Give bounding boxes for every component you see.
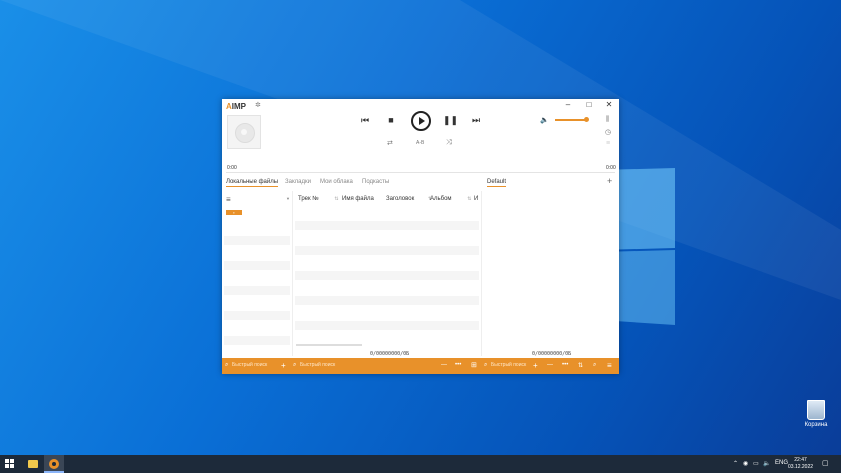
windows-start-icon[interactable] xyxy=(5,459,15,469)
playlist-sort-icon[interactable]: ⇅ xyxy=(578,362,583,369)
tab-my-clouds[interactable]: Мои облака xyxy=(320,179,353,185)
playlist-add-button[interactable]: + xyxy=(533,361,538,370)
network-icon[interactable]: ▭ xyxy=(753,460,759,467)
recycle-bin-label: Корзина xyxy=(804,422,828,428)
play-icon xyxy=(419,117,425,125)
language-indicator[interactable]: ENG xyxy=(775,460,788,466)
column-artist[interactable]: И xyxy=(474,196,478,202)
system-clock[interactable]: 22:47 03.12.2022 xyxy=(788,457,813,471)
chrome-tray-icon[interactable]: ◉ xyxy=(743,460,748,467)
bottom-toolbar: ⌕ Быстрый поиск + ⌕ Быстрый поиск — ••• … xyxy=(222,358,619,374)
scheduler-clock-icon[interactable]: ◷ xyxy=(605,128,611,136)
add-playlist-button[interactable]: + xyxy=(607,176,612,186)
column-file-name[interactable]: Имя файла xyxy=(342,196,374,202)
playlist-remove-button[interactable]: — xyxy=(547,362,553,368)
recycle-bin-icon[interactable]: Корзина xyxy=(800,400,832,428)
clock-date: 03.12.2022 xyxy=(788,464,814,470)
seek-bar[interactable] xyxy=(226,172,615,173)
playlist-search-icon[interactable]: ⌕ xyxy=(593,362,596,369)
aimp-window: AIMP ✲ – □ ✕ ⏮ ■ ❚❚ ⏭ ⇄ A-B ⤨ 🔈 ⫼ ◷ ≡ 0:… xyxy=(222,99,619,374)
aimp-logo: AIMP xyxy=(226,102,247,111)
recycle-bin-image xyxy=(807,400,825,420)
taskbar: ⌃ ◉ ▭ 🔈 ENG 22:47 03.12.2022 ▢ xyxy=(0,455,841,473)
column-album[interactable]: Альбом ⇅ xyxy=(430,196,471,202)
volume-slider[interactable] xyxy=(555,119,587,121)
minimize-button[interactable]: – xyxy=(561,100,575,109)
previous-track-button[interactable]: ⏮ xyxy=(358,115,372,126)
maximize-button[interactable]: □ xyxy=(582,100,596,109)
search-icon: ⌕ xyxy=(484,362,488,368)
volume-slider-knob[interactable] xyxy=(584,117,589,122)
chevron-down-icon[interactable]: ▼ xyxy=(286,196,290,201)
library-status: 0/00000000/0Б xyxy=(370,351,410,357)
play-button[interactable] xyxy=(411,111,431,131)
volume-icon[interactable]: 🔈 xyxy=(540,116,549,124)
search-icon: ⌕ xyxy=(293,362,297,368)
repeat-icon[interactable]: ⇄ xyxy=(387,139,393,147)
playlist-status: 0/00000000/0Б xyxy=(532,351,572,357)
group-expand-button[interactable]: ▪ xyxy=(226,210,242,215)
time-total: 0:00 xyxy=(606,165,616,171)
library-grid-view-icon[interactable]: ⊞ xyxy=(471,361,477,369)
speaker-icon[interactable]: 🔈 xyxy=(763,460,770,467)
library-remove-button[interactable]: — xyxy=(441,362,447,368)
search-icon: ⌕ xyxy=(225,362,229,368)
library-search-input[interactable]: Быстрый поиск xyxy=(300,362,335,368)
next-track-button[interactable]: ⏭ xyxy=(469,115,483,126)
file-explorer-icon[interactable] xyxy=(23,455,43,473)
playlist-menu-icon[interactable]: ≡ xyxy=(607,361,612,370)
ab-repeat-button[interactable]: A-B xyxy=(416,140,424,146)
column-title[interactable]: Заголовок ⇅ xyxy=(386,196,432,202)
playlist-search-input[interactable]: Быстрый поиск xyxy=(491,362,526,368)
shuffle-icon[interactable]: ⤨ xyxy=(446,139,452,147)
settings-gear-icon[interactable]: ✲ xyxy=(255,101,261,109)
aimp-taskbar-icon[interactable] xyxy=(44,455,64,473)
more-options-icon[interactable]: ≡ xyxy=(606,140,610,147)
stop-button[interactable]: ■ xyxy=(384,115,398,125)
column-track-number[interactable]: Трек № ⇅ xyxy=(298,196,339,202)
tab-podcasts[interactable]: Подкасты xyxy=(362,179,389,185)
pause-button[interactable]: ❚❚ xyxy=(443,115,458,126)
library-menu-icon[interactable]: ≡ xyxy=(226,195,231,204)
clock-time: 22:47 xyxy=(794,457,807,463)
library-more-icon[interactable]: ••• xyxy=(455,362,461,368)
library-tree-search-input[interactable]: Быстрый поиск xyxy=(232,362,267,368)
tab-bookmarks[interactable]: Закладки xyxy=(285,179,311,185)
playlist-more-icon[interactable]: ••• xyxy=(562,362,568,368)
tab-local-files[interactable]: Локальные файлы xyxy=(226,179,279,187)
tray-chevron-up-icon[interactable]: ⌃ xyxy=(733,460,738,467)
playlist-tab-default[interactable]: Default xyxy=(487,179,507,187)
library-add-button[interactable]: + xyxy=(281,361,286,370)
close-button[interactable]: ✕ xyxy=(602,100,616,109)
horizontal-scrollbar[interactable] xyxy=(296,344,362,346)
library-tree-panel xyxy=(222,191,292,356)
time-elapsed: 0:00 xyxy=(227,165,237,171)
album-art-placeholder xyxy=(227,115,261,149)
notifications-icon[interactable]: ▢ xyxy=(822,459,829,467)
equalizer-icon[interactable]: ⫼ xyxy=(606,116,609,124)
